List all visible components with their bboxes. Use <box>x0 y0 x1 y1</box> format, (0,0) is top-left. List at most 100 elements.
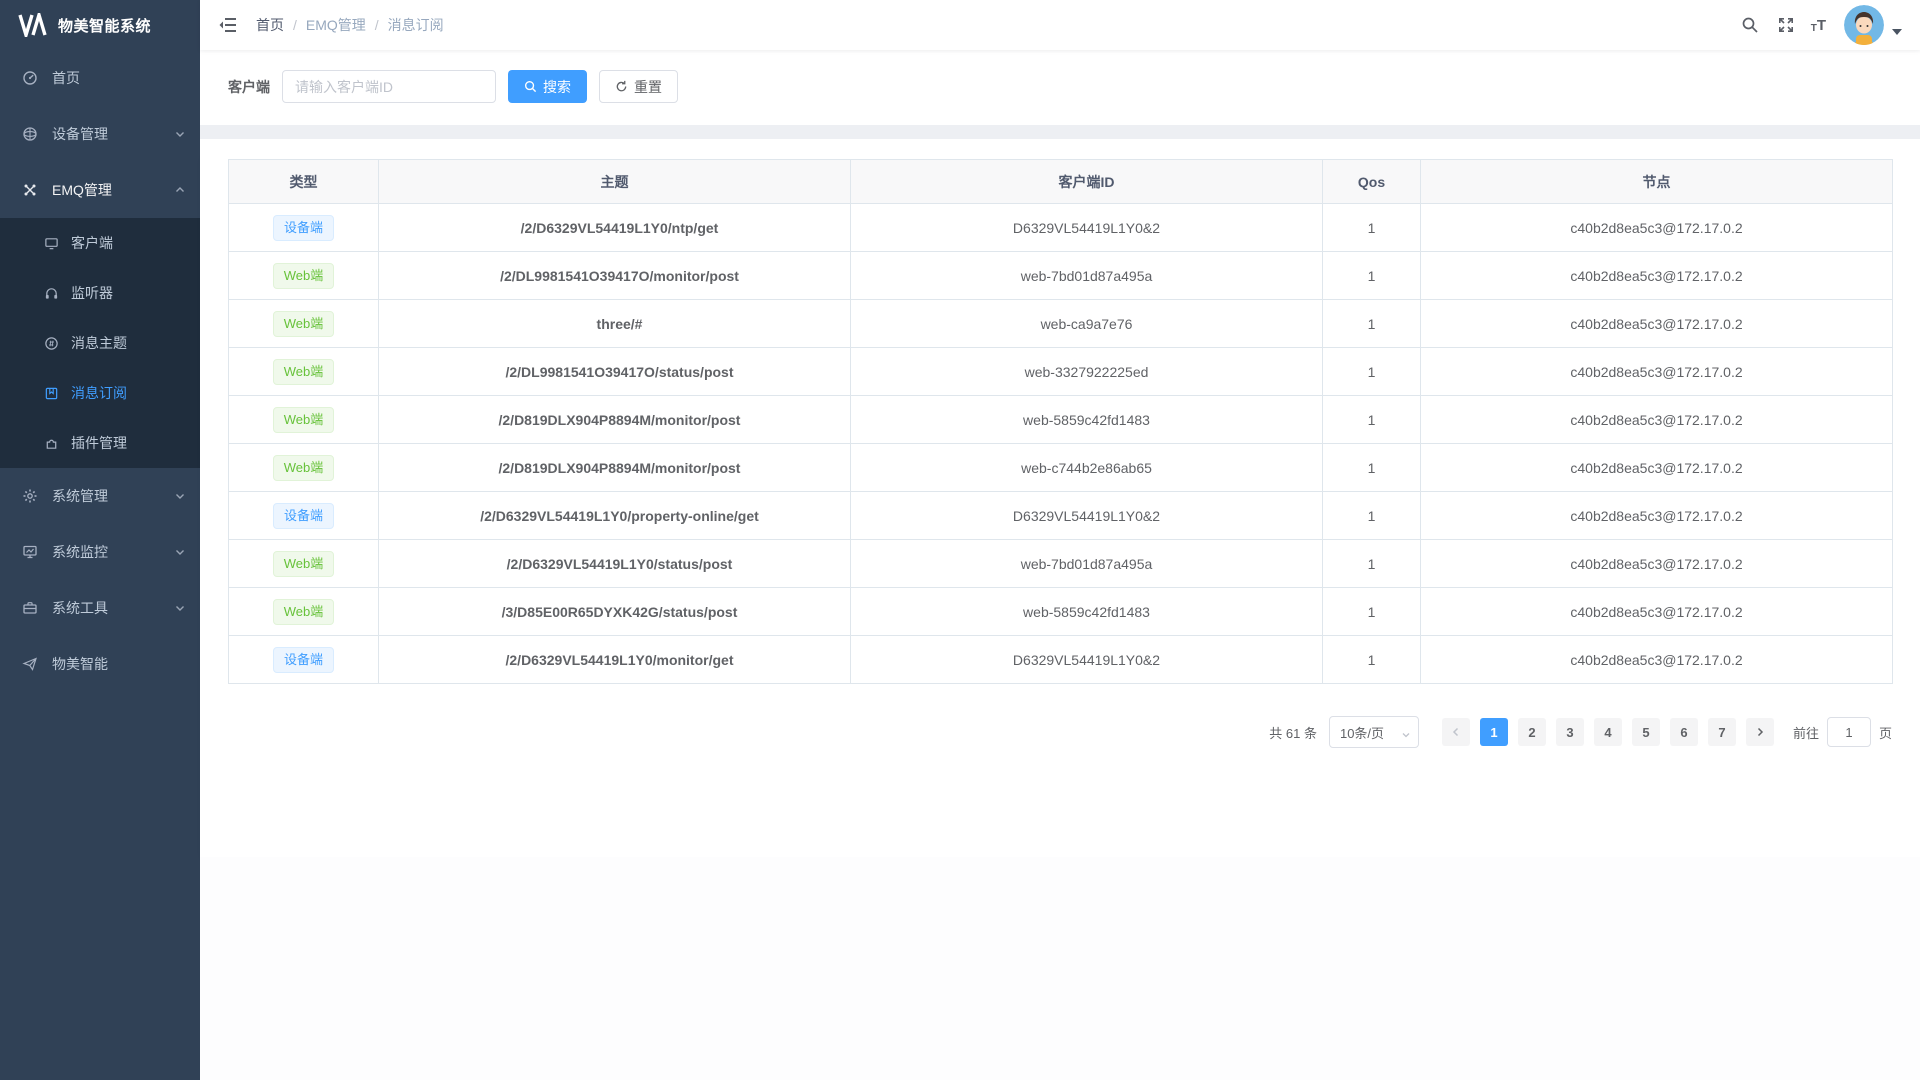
type-cell: Web端 <box>229 444 379 492</box>
table-row: 设备端/2/D6329VL54419L1Y0/ntp/getD6329VL544… <box>229 204 1893 252</box>
client-id-input[interactable] <box>282 70 496 103</box>
client-id-cell: D6329VL54419L1Y0&2 <box>851 636 1323 684</box>
breadcrumb-current: 消息订阅 <box>388 15 444 35</box>
page-number-button[interactable]: 2 <box>1518 718 1546 746</box>
subscriptions-table: 类型 主题 客户端ID Qos 节点 设备端/2/D6329VL54419L1Y… <box>228 159 1893 684</box>
table-row: Web端/2/D819DLX904P8894M/monitor/postweb-… <box>229 396 1893 444</box>
fullscreen-icon[interactable] <box>1775 14 1797 36</box>
avatar[interactable] <box>1844 5 1884 45</box>
sidebar-toggle-icon[interactable] <box>218 15 238 35</box>
topic-cell: /2/D6329VL54419L1Y0/status/post <box>379 540 851 588</box>
search-icon[interactable] <box>1739 14 1761 36</box>
reset-button[interactable]: 重置 <box>599 70 678 103</box>
sidebar-item-device[interactable]: 设备管理 <box>0 106 200 162</box>
page-number-button[interactable]: 4 <box>1594 718 1622 746</box>
column-header-topic: 主题 <box>379 160 851 204</box>
goto-page: 前往 页 <box>1793 717 1892 747</box>
topic-cell: /2/D819DLX904P8894M/monitor/post <box>379 396 851 444</box>
client-id-cell: web-5859c42fd1483 <box>851 588 1323 636</box>
sidebar-item-home[interactable]: 首页 <box>0 50 200 106</box>
type-cell: Web端 <box>229 396 379 444</box>
pager: 1234567 <box>1437 718 1779 746</box>
client-id-cell: web-c744b2e86ab65 <box>851 444 1323 492</box>
node-cell: c40b2d8ea5c3@172.17.0.2 <box>1421 348 1893 396</box>
sidebar-item-label: 消息主题 <box>71 333 127 353</box>
page-number-button[interactable]: 5 <box>1632 718 1660 746</box>
node-cell: c40b2d8ea5c3@172.17.0.2 <box>1421 396 1893 444</box>
node-cell: c40b2d8ea5c3@172.17.0.2 <box>1421 492 1893 540</box>
headset-icon <box>44 286 59 301</box>
client-id-cell: web-3327922225ed <box>851 348 1323 396</box>
breadcrumb-home[interactable]: 首页 <box>256 15 284 35</box>
node-cell: c40b2d8ea5c3@172.17.0.2 <box>1421 300 1893 348</box>
column-header-client: 客户端ID <box>851 160 1323 204</box>
sidebar-item-wumei[interactable]: 物美智能 <box>0 636 200 692</box>
type-cell: Web端 <box>229 348 379 396</box>
qos-cell: 1 <box>1323 588 1421 636</box>
table-row: Web端three/#web-ca9a7e761c40b2d8ea5c3@172… <box>229 300 1893 348</box>
topic-cell: three/# <box>379 300 851 348</box>
page-number-button[interactable]: 7 <box>1708 718 1736 746</box>
sidebar-item-label: 监听器 <box>71 283 113 303</box>
qos-cell: 1 <box>1323 300 1421 348</box>
navbar-actions: TT <box>1739 5 1902 45</box>
client-id-cell: D6329VL54419L1Y0&2 <box>851 204 1323 252</box>
pagination: 共 61 条 10条/页 1234567 <box>228 716 1892 748</box>
page-number-button[interactable]: 6 <box>1670 718 1698 746</box>
chevron-down-icon <box>1401 728 1411 743</box>
search-button-label: 搜索 <box>543 77 571 97</box>
page-number-button[interactable]: 1 <box>1480 718 1508 746</box>
chevron-down-icon <box>174 602 186 614</box>
sidebar-item-subscription[interactable]: 消息订阅 <box>0 368 200 418</box>
page-number-button[interactable]: 3 <box>1556 718 1584 746</box>
hash-circle-icon <box>44 336 59 351</box>
type-tag: Web端 <box>273 599 335 625</box>
qos-cell: 1 <box>1323 348 1421 396</box>
sidebar-item-listener[interactable]: 监听器 <box>0 268 200 318</box>
sidebar-item-tools[interactable]: 系统工具 <box>0 580 200 636</box>
monitor-chart-icon <box>22 544 38 560</box>
client-id-cell: web-7bd01d87a495a <box>851 252 1323 300</box>
sidebar-item-system[interactable]: 系统管理 <box>0 468 200 524</box>
column-header-qos: Qos <box>1323 160 1421 204</box>
page-size-select[interactable]: 10条/页 <box>1329 716 1419 748</box>
node-cell: c40b2d8ea5c3@172.17.0.2 <box>1421 540 1893 588</box>
caret-down-icon <box>1892 29 1902 35</box>
client-id-cell: web-7bd01d87a495a <box>851 540 1323 588</box>
topic-cell: /2/DL9981541O39417O/monitor/post <box>379 252 851 300</box>
type-tag: 设备端 <box>273 503 334 529</box>
qos-cell: 1 <box>1323 540 1421 588</box>
sidebar-item-emq[interactable]: EMQ管理 <box>0 162 200 218</box>
font-size-icon[interactable]: TT <box>1811 17 1826 34</box>
sidebar-item-client[interactable]: 客户端 <box>0 218 200 268</box>
emq-node-icon <box>22 182 38 198</box>
sidebar-item-plugin[interactable]: 插件管理 <box>0 418 200 468</box>
sidebar-item-monitor[interactable]: 系统监控 <box>0 524 200 580</box>
type-tag: 设备端 <box>273 215 334 241</box>
breadcrumb-separator: / <box>375 17 379 33</box>
topic-cell: /2/D6329VL54419L1Y0/ntp/get <box>379 204 851 252</box>
user-menu[interactable] <box>1844 5 1902 45</box>
table-header-row: 类型 主题 客户端ID Qos 节点 <box>229 160 1893 204</box>
qos-cell: 1 <box>1323 396 1421 444</box>
goto-page-input[interactable] <box>1827 717 1871 747</box>
type-tag: Web端 <box>273 455 335 481</box>
app-logo[interactable]: 物美智能系统 <box>0 0 200 50</box>
type-tag: Web端 <box>273 263 335 289</box>
prev-page-button[interactable] <box>1442 718 1470 746</box>
next-page-button[interactable] <box>1746 718 1774 746</box>
sidebar-item-label: 系统工具 <box>52 598 108 618</box>
type-cell: 设备端 <box>229 636 379 684</box>
search-button[interactable]: 搜索 <box>508 70 587 103</box>
topic-cell: /2/DL9981541O39417O/status/post <box>379 348 851 396</box>
sidebar-item-topic[interactable]: 消息主题 <box>0 318 200 368</box>
node-cell: c40b2d8ea5c3@172.17.0.2 <box>1421 252 1893 300</box>
column-header-node: 节点 <box>1421 160 1893 204</box>
table-row: Web端/2/DL9981541O39417O/status/postweb-3… <box>229 348 1893 396</box>
toolbox-icon <box>22 600 38 616</box>
breadcrumb-separator: / <box>293 17 297 33</box>
main-area: 首页 / EMQ管理 / 消息订阅 TT <box>200 0 1920 1080</box>
node-cell: c40b2d8ea5c3@172.17.0.2 <box>1421 636 1893 684</box>
client-monitor-icon <box>44 236 59 251</box>
qos-cell: 1 <box>1323 492 1421 540</box>
